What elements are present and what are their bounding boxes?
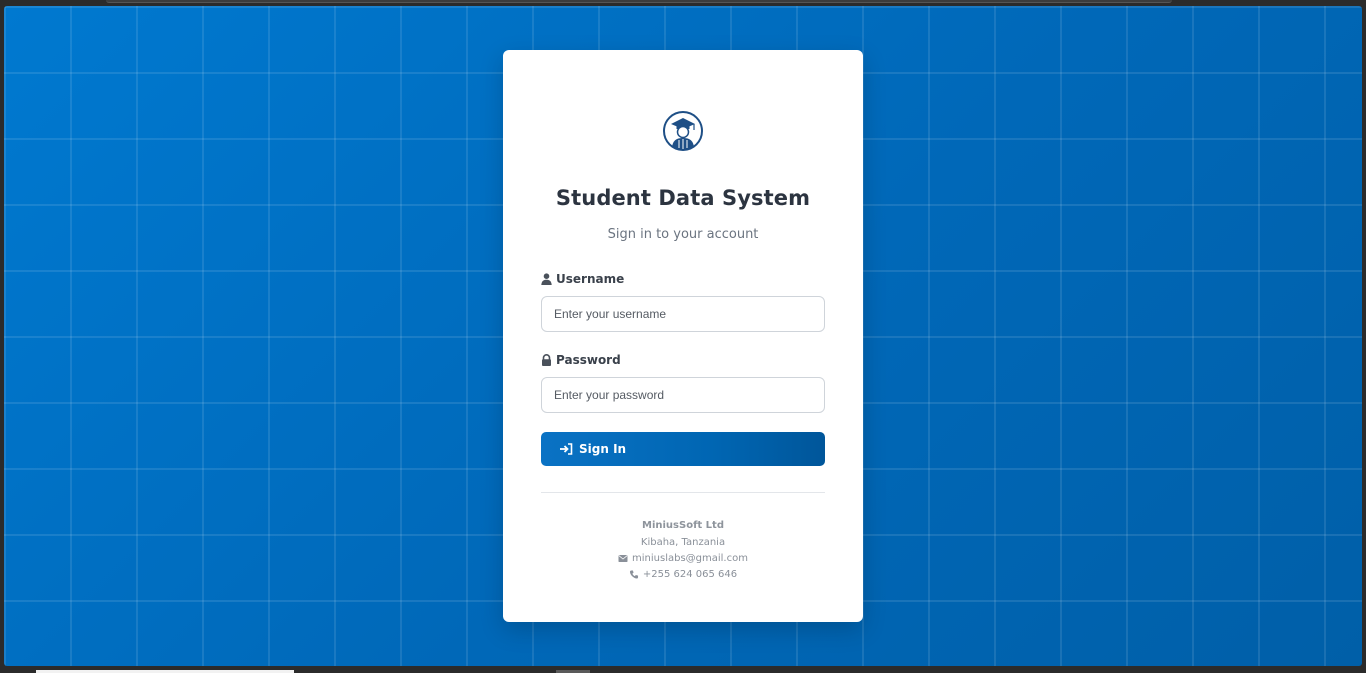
username-input[interactable]: [541, 296, 825, 332]
contact-email-text: miniuslabs@gmail.com: [632, 553, 748, 564]
password-label-text: Password: [556, 353, 621, 367]
page-background: Student Data System Sign in to your acco…: [4, 6, 1362, 666]
password-label: Password: [541, 353, 621, 367]
graduate-student-icon: [663, 111, 703, 151]
phone-icon: [629, 570, 638, 579]
sign-in-icon: [560, 443, 573, 455]
screen: Student Data System Sign in to your acco…: [0, 0, 1366, 673]
lock-icon: [542, 354, 551, 366]
browser-tab-strip: [106, 0, 1172, 3]
password-input[interactable]: [541, 377, 825, 413]
sign-in-button[interactable]: Sign In: [541, 432, 825, 466]
company-name: MiniusSoft Ltd: [642, 520, 724, 531]
page-title: Student Data System: [555, 186, 811, 210]
user-icon: [541, 273, 552, 285]
sign-in-button-label: Sign In: [579, 442, 627, 456]
footer-divider: [541, 492, 825, 493]
page-subtitle: Sign in to your account: [607, 227, 759, 242]
company-location: Kibaha, Tanzania: [640, 537, 726, 548]
username-label-text: Username: [556, 272, 625, 286]
envelope-icon: [618, 555, 628, 562]
login-card: Student Data System Sign in to your acco…: [503, 50, 863, 622]
contact-phone-text: +255 624 065 646: [642, 569, 738, 580]
contact-phone: +255 624 065 646: [503, 569, 863, 580]
contact-email: miniuslabs@gmail.com: [503, 553, 863, 564]
username-label: Username: [541, 272, 624, 286]
